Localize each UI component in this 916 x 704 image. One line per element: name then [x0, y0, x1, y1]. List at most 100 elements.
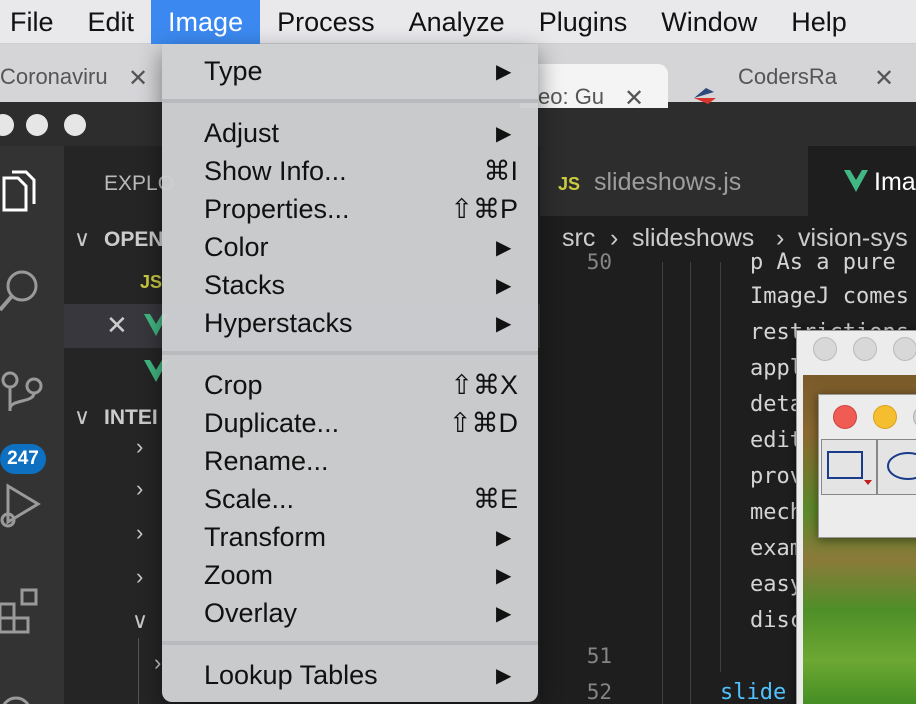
- menu-item-properties[interactable]: Properties... ⇧⌘P: [162, 190, 538, 228]
- window-maximize-button[interactable]: [64, 114, 86, 136]
- close-icon[interactable]: ✕: [128, 64, 148, 93]
- submenu-arrow-icon: ▶: [496, 603, 512, 625]
- menu-item-overlay[interactable]: Overlay ▶: [162, 594, 538, 632]
- menu-help[interactable]: Help: [774, 0, 864, 44]
- menu-item-stacks[interactable]: Stacks ▶: [162, 266, 538, 304]
- image-menu-dropdown: Type ▶ Adjust ▶ Show Info... ⌘I Properties... ⇧…: [162, 44, 538, 702]
- menu-item-label: Color: [204, 232, 269, 262]
- menu-image[interactable]: Image: [151, 0, 261, 44]
- rectangle-tool-icon: [827, 451, 872, 485]
- menu-item-label: Stacks: [204, 270, 286, 300]
- menu-item-shortcut: ⇧⌘D: [448, 408, 518, 438]
- menu-item-lookup-tables[interactable]: Lookup Tables ▶: [162, 656, 538, 694]
- menu-item-adjust[interactable]: Adjust ▶: [162, 114, 538, 152]
- menu-item-rename[interactable]: Rename...: [162, 442, 538, 480]
- open-editor-js-item[interactable]: JS: [140, 272, 162, 293]
- chevron-down-icon[interactable]: ∨: [74, 226, 90, 252]
- submenu-arrow-icon: ▶: [496, 237, 512, 259]
- menu-item-hyperstacks[interactable]: Hyperstacks ▶: [162, 304, 538, 342]
- menu-process[interactable]: Process: [260, 0, 392, 44]
- menu-plugins[interactable]: Plugins: [522, 0, 645, 44]
- code-line: ImageJ comes: [750, 284, 909, 309]
- chevron-right-icon[interactable]: ›: [136, 476, 143, 502]
- menu-separator: [162, 641, 538, 645]
- menu-file[interactable]: File: [0, 0, 71, 44]
- menu-item-label: Properties...: [204, 194, 350, 224]
- search-icon[interactable]: [0, 266, 44, 314]
- breadcrumb-item[interactable]: slideshows: [632, 224, 754, 253]
- run-debug-icon[interactable]: [0, 480, 44, 530]
- js-file-icon: JS: [558, 174, 581, 194]
- account-icon[interactable]: [0, 686, 44, 704]
- source-control-badge: 247: [0, 444, 46, 474]
- chevron-right-icon: ›: [776, 224, 785, 252]
- menu-item-label: Crop: [204, 370, 263, 400]
- chevron-down-icon[interactable]: ∨: [74, 404, 90, 430]
- chevron-right-icon[interactable]: ›: [136, 564, 143, 590]
- extensions-icon[interactable]: [0, 586, 44, 634]
- oval-tool-icon: [887, 452, 916, 480]
- chevron-right-icon[interactable]: ›: [154, 650, 161, 676]
- submenu-arrow-icon: ▶: [496, 61, 512, 83]
- breadcrumb-item[interactable]: src: [562, 224, 595, 253]
- menu-edit[interactable]: Edit: [71, 0, 152, 44]
- editor-tab-label: slideshows.js: [594, 168, 742, 196]
- window-maximize-button[interactable]: [893, 337, 916, 361]
- breadcrumb-item[interactable]: vision-sys: [798, 224, 908, 253]
- menu-separator: [162, 99, 538, 103]
- chevron-right-icon: ›: [610, 224, 619, 252]
- menu-item-duplicate[interactable]: Duplicate... ⇧⌘D: [162, 404, 538, 442]
- submenu-arrow-icon: ▶: [496, 665, 512, 687]
- line-number: 52: [586, 680, 612, 704]
- indent-guide: [662, 262, 663, 704]
- browser-tab[interactable]: Coronaviru ✕: [0, 64, 160, 102]
- screen: 247 EXPLO ∨ OPEN JS ✕ ∨ INTEI › › › › ∨ …: [0, 0, 916, 704]
- menu-item-shortcut: ⌘E: [472, 484, 518, 514]
- menu-item-crop[interactable]: Crop ⇧⌘X: [162, 366, 538, 404]
- menu-item-label: Rename...: [204, 446, 329, 476]
- menu-item-shortcut: ⇧⌘P: [450, 194, 518, 224]
- menu-item-show-info[interactable]: Show Info... ⌘I: [162, 152, 538, 190]
- close-icon[interactable]: ✕: [874, 64, 894, 93]
- window-minimize-button[interactable]: [873, 405, 897, 429]
- oval-tool-button[interactable]: [877, 439, 916, 495]
- menu-item-label: Type: [204, 56, 263, 86]
- files-icon[interactable]: [0, 168, 40, 214]
- menu-item-label: Lookup Tables: [204, 660, 378, 690]
- menu-item-label: Duplicate...: [204, 408, 340, 438]
- editor-tab-slideshows-js[interactable]: JS slideshows.js: [540, 146, 808, 216]
- submenu-arrow-icon: ▶: [496, 565, 512, 587]
- menu-window[interactable]: Window: [644, 0, 774, 44]
- close-icon[interactable]: ✕: [106, 310, 128, 341]
- coders-logo-icon: [694, 88, 716, 104]
- source-control-icon[interactable]: [0, 368, 44, 416]
- menu-analyze[interactable]: Analyze: [392, 0, 522, 44]
- chevron-right-icon[interactable]: ›: [136, 434, 143, 460]
- window-minimize-button[interactable]: [26, 114, 48, 136]
- window-minimize-button[interactable]: [853, 337, 877, 361]
- window-close-button[interactable]: [813, 337, 837, 361]
- rectangle-tool-button[interactable]: [821, 439, 877, 495]
- browser-tab[interactable]: CodersRa ✕: [738, 64, 916, 102]
- outline-header[interactable]: INTEI: [104, 406, 158, 430]
- vue-logo-icon: [844, 170, 868, 192]
- menu-item-scale[interactable]: Scale... ⌘E: [162, 480, 538, 518]
- menu-item-label: Adjust: [204, 118, 280, 148]
- chevron-right-icon[interactable]: ›: [136, 520, 143, 546]
- open-editors-header[interactable]: OPEN: [104, 228, 164, 252]
- menu-item-color[interactable]: Color ▶: [162, 228, 538, 266]
- close-icon[interactable]: ✕: [624, 84, 644, 113]
- window-close-button[interactable]: [0, 114, 14, 136]
- menu-item-transform[interactable]: Transform ▶: [162, 518, 538, 556]
- submenu-arrow-icon: ▶: [496, 123, 512, 145]
- browser-tab-active[interactable]: eo: Gu ✕: [520, 64, 668, 112]
- chevron-down-icon[interactable]: ∨: [132, 608, 148, 634]
- menu-separator: [162, 351, 538, 355]
- editor-tab-active[interactable]: Ima: [808, 146, 916, 216]
- menu-item-type[interactable]: Type ▶: [162, 52, 538, 90]
- menu-item-shortcut: ⇧⌘X: [450, 370, 518, 400]
- browser-tab-label: eo: Gu: [538, 84, 605, 109]
- activity-bar: 247: [0, 146, 64, 704]
- menu-item-zoom[interactable]: Zoom ▶: [162, 556, 538, 594]
- window-close-button[interactable]: [833, 405, 857, 429]
